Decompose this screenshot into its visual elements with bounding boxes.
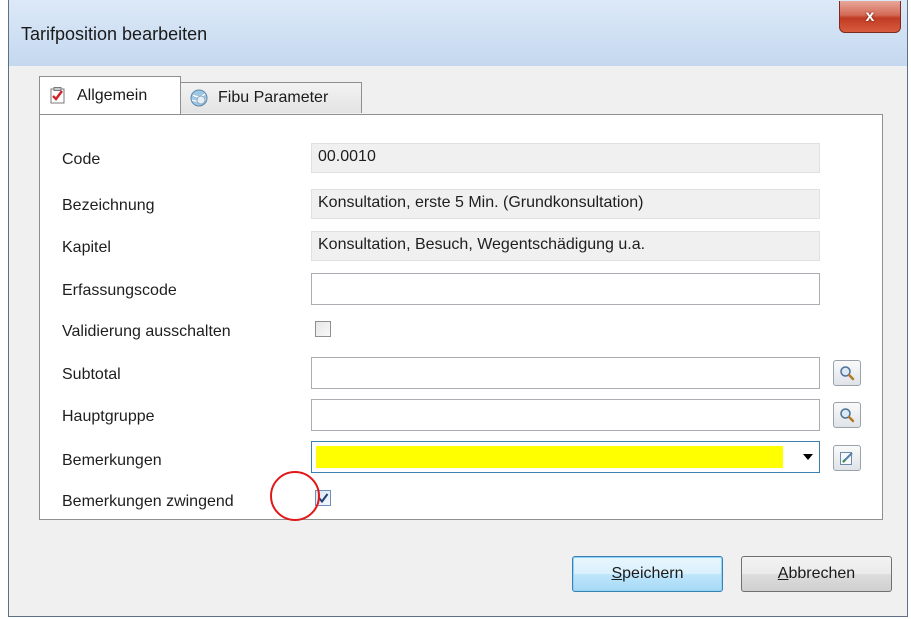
tab-fibu-parameter[interactable]: Fibu Parameter <box>180 82 362 113</box>
bemerkungen-label: Bemerkungen <box>62 452 162 469</box>
cancel-button[interactable]: Abbrechen <box>741 556 892 592</box>
hauptgruppe-label: Hauptgruppe <box>62 408 155 425</box>
save-button[interactable]: Speichern <box>572 556 723 592</box>
cancel-button-mnemonic: A <box>777 565 789 582</box>
cancel-button-label: bbrechen <box>788 565 856 582</box>
bezeichnung-field: Konsultation, erste 5 Min. (Grundkonsult… <box>311 189 820 219</box>
hauptgruppe-input[interactable] <box>311 399 820 431</box>
tab-allgemein[interactable]: Allgemein <box>39 76 181 114</box>
subtotal-input[interactable] <box>311 357 820 389</box>
code-value: 00.0010 <box>318 148 376 165</box>
kapitel-label: Kapitel <box>62 239 111 256</box>
hauptgruppe-search-button[interactable] <box>833 402 861 428</box>
search-icon <box>840 366 855 381</box>
close-button[interactable]: x <box>839 1 901 33</box>
erfassungscode-label: Erfassungscode <box>62 282 177 299</box>
bemerkungen-edit-button[interactable] <box>833 445 861 471</box>
save-button-mnemonic: S <box>611 565 623 582</box>
bezeichnung-label: Bezeichnung <box>62 197 155 214</box>
code-label: Code <box>62 151 101 168</box>
subtotal-label: Subtotal <box>62 366 121 383</box>
code-field: 00.0010 <box>311 143 820 173</box>
tab-panel-allgemein: Code 00.0010 Bezeichnung Konsultation, e… <box>39 114 883 520</box>
kapitel-value: Konsultation, Besuch, Wegentschädigung u… <box>318 236 646 253</box>
save-button-label: peichern <box>622 565 684 582</box>
close-icon: x <box>865 7 875 25</box>
title-bar[interactable]: Tarifposition bearbeiten x <box>9 0 907 66</box>
dialog-content: Allgemein Fibu Parameter Code 00.0010 Be… <box>9 66 907 616</box>
bemerkungen-zwingend-label: Bemerkungen zwingend <box>62 493 234 510</box>
bemerkungen-combobox[interactable] <box>311 441 820 473</box>
globe-icon <box>190 89 208 107</box>
subtotal-search-button[interactable] <box>833 360 861 386</box>
validierung-checkbox[interactable] <box>315 321 331 337</box>
annotation-circle <box>270 471 320 521</box>
tab-fibu-parameter-label: Fibu Parameter <box>218 89 329 106</box>
edit-icon <box>840 452 853 465</box>
search-icon <box>840 408 855 423</box>
bemerkungen-highlight <box>316 446 783 468</box>
window-title: Tarifposition bearbeiten <box>21 24 208 44</box>
kapitel-field: Konsultation, Besuch, Wegentschädigung u… <box>311 231 820 261</box>
tab-allgemein-label: Allgemein <box>77 86 148 104</box>
bezeichnung-value: Konsultation, erste 5 Min. (Grundkonsult… <box>318 194 644 211</box>
validierung-label: Validierung ausschalten <box>62 323 231 340</box>
erfassungscode-input[interactable] <box>311 273 820 305</box>
dialog-window: Tarifposition bearbeiten x Allgemein Fib… <box>8 0 908 617</box>
checklist-icon <box>49 87 67 105</box>
chevron-down-icon[interactable] <box>803 454 813 460</box>
